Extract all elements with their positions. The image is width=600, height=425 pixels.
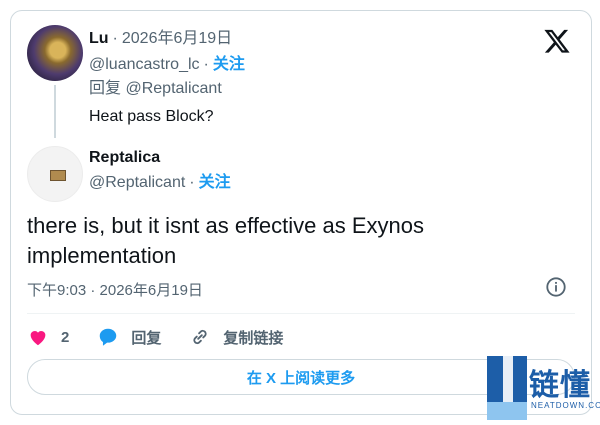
thread-line	[54, 85, 56, 138]
reply-avatar[interactable]	[27, 146, 83, 202]
reply-prefix: 回复	[89, 80, 122, 97]
watermark-stroke	[503, 356, 513, 402]
reply-handle[interactable]: @Reptalicant	[89, 174, 185, 191]
separator-dot: ·	[112, 30, 118, 47]
parent-author-name[interactable]: Lu	[89, 30, 109, 47]
parent-date[interactable]: 2026年6月19日	[122, 30, 232, 47]
parent-handle[interactable]: @luancastro_lc	[89, 56, 200, 73]
reply-handle-row: @Reptalicant · 关注	[89, 173, 231, 193]
like-count: 2	[61, 328, 70, 346]
parent-handle-row: @luancastro_lc · 关注	[89, 55, 245, 75]
tweet-card: Lu · 2026年6月19日 @luancastro_lc · 关注 回复 @Rept…	[10, 10, 592, 415]
reply-author-name: Reptalica	[89, 148, 160, 168]
link-icon	[193, 329, 207, 345]
parent-text: Heat pass Block?	[89, 108, 214, 125]
x-logo-icon[interactable]	[543, 27, 571, 55]
block-image	[50, 170, 66, 181]
info-icon[interactable]	[545, 276, 567, 298]
parent-follow-button[interactable]: 关注	[213, 56, 245, 73]
watermark-base	[487, 402, 527, 420]
reply-label: 回复	[131, 329, 162, 347]
replying-to: 回复 @Reptalicant	[89, 79, 222, 99]
reply-bubble-icon	[100, 328, 117, 346]
watermark-logo: 链懂 NEATDOWN.COM	[487, 356, 600, 420]
separator-dot: ·	[189, 174, 195, 191]
divider	[27, 313, 575, 314]
reply-text: there is, but it isnt as effective as Ex…	[27, 213, 425, 268]
reply-name[interactable]: Reptalica	[89, 149, 160, 166]
like-button[interactable]: 2	[27, 326, 69, 348]
reply-timestamp[interactable]: 下午9:03 · 2026年6月19日	[27, 279, 203, 300]
copy-link-label: 复制链接	[223, 329, 284, 347]
copy-link-button[interactable]: 复制链接	[189, 326, 283, 348]
watermark-en-text: NEATDOWN.COM	[531, 401, 600, 410]
reply-to-handle[interactable]: @Reptalicant	[125, 80, 221, 97]
watermark-cn-text: 链懂	[529, 369, 591, 402]
action-bar: 2 回复 复制链接	[27, 326, 311, 348]
reply-follow-button[interactable]: 关注	[199, 174, 231, 191]
parent-avatar[interactable]	[27, 25, 83, 81]
reply-button[interactable]: 回复	[97, 326, 161, 348]
separator-dot: ·	[203, 56, 209, 73]
heart-icon	[30, 331, 46, 346]
parent-header: Lu · 2026年6月19日	[89, 29, 232, 49]
